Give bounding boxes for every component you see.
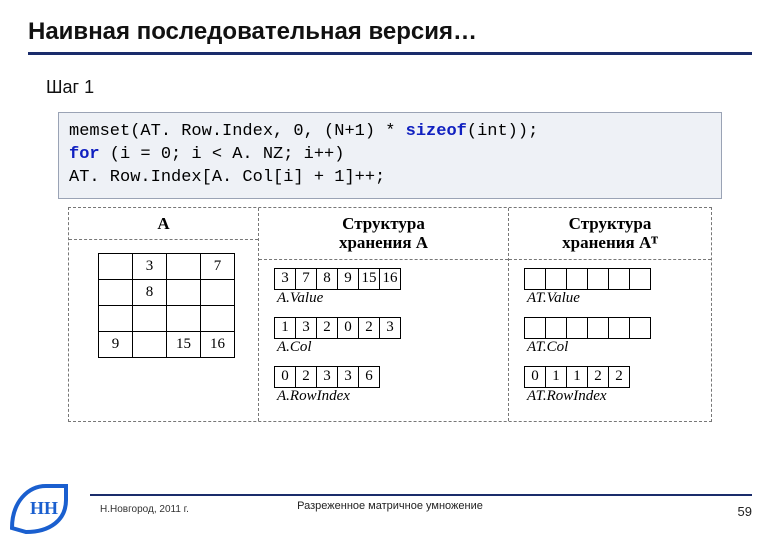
col-matrix-a: A 3 7 8 9 15 [69,208,259,421]
cell: 2 [587,366,609,388]
cell: 3 [337,366,359,388]
mcell: 9 [98,331,133,358]
mcell [166,279,201,306]
cell: 2 [316,317,338,339]
mcell: 7 [200,253,235,280]
head-a: A [69,208,258,241]
page-number: 59 [738,504,752,519]
cell: 3 [295,317,317,339]
footer: Н.Новгород, 2011 г. Разреженное матрично… [0,480,780,540]
head-struct-a: Структурахранения A [259,208,508,260]
mcell: 15 [166,331,201,358]
mcell: 3 [132,253,167,280]
mcell [200,279,235,306]
col-struct-at: Структурахранения Aᵀ AT.Value [509,208,711,421]
cell [524,317,546,339]
at-col-block: AT.Col [525,317,651,356]
mcell: 16 [200,331,235,358]
code-l2-kw: for [69,145,100,164]
cell [629,317,651,339]
a-col-label: A.Col [277,339,401,356]
cell: 7 [295,268,317,290]
cell [587,268,609,290]
diagram: A 3 7 8 9 15 [68,207,712,422]
cell [545,317,567,339]
at-col-label: AT.Col [527,339,651,356]
footer-rule [90,494,752,496]
matrix-a: 3 7 8 9 15 16 [99,254,235,358]
mcell [166,253,201,280]
step-label: Шаг 1 [46,77,752,98]
a-value-label: A.Value [277,290,401,307]
code-l2: (i = 0; i < A. NZ; i++) [100,145,345,164]
a-rowindex-label: A.RowIndex [277,388,380,405]
mcell [132,331,167,358]
mcell [166,305,201,332]
at-rowindex-label: AT.RowIndex [527,388,630,405]
head-struct-at: Структурахранения Aᵀ [509,208,711,260]
mcell: 8 [132,279,167,306]
mcell [200,305,235,332]
cell: 1 [274,317,296,339]
cell: 1 [545,366,567,388]
cell: 2 [358,317,380,339]
cell: 0 [274,366,296,388]
mcell [98,253,133,280]
cell: 6 [358,366,380,388]
a-rowindex-block: 0 2 3 3 6 A.RowIndex [275,366,380,405]
code-l1a: memset(AT. Row.Index, 0, (N+1) * [69,122,406,141]
at-value-label: AT.Value [527,290,651,307]
cell [587,317,609,339]
mcell [132,305,167,332]
cell [608,317,630,339]
cell: 3 [379,317,401,339]
cell: 2 [608,366,630,388]
cell: 0 [524,366,546,388]
mcell [98,279,133,306]
col-struct-a: Структурахранения A 3 7 8 9 15 16 A.Valu… [259,208,509,421]
cell: 15 [358,268,380,290]
mcell [98,305,133,332]
svg-text:HH: HH [30,498,58,518]
cell: 3 [274,268,296,290]
cell: 16 [379,268,401,290]
a-value-block: 3 7 8 9 15 16 A.Value [275,268,401,307]
cell: 0 [337,317,359,339]
code-l1-kw: sizeof [406,122,467,141]
footer-left: Н.Новгород, 2011 г. [100,504,189,515]
cell: 9 [337,268,359,290]
cell [629,268,651,290]
code-block: memset(AT. Row.Index, 0, (N+1) * sizeof(… [58,112,722,199]
at-rowindex-block: 0 1 1 2 2 AT.RowIndex [525,366,630,405]
cell: 8 [316,268,338,290]
cell [545,268,567,290]
cell: 2 [295,366,317,388]
cell [608,268,630,290]
title-rule [28,52,752,55]
cell [566,317,588,339]
cell [524,268,546,290]
code-l3: AT. Row.Index[A. Col[i] + 1]++; [69,167,711,190]
logo-icon: HH [6,480,72,536]
cell: 1 [566,366,588,388]
footer-center: Разреженное матричное умножение [297,500,483,512]
a-col-block: 1 3 2 0 2 3 A.Col [275,317,401,356]
at-value-block: AT.Value [525,268,651,307]
slide-title: Наивная последовательная версия… [28,18,752,46]
cell: 3 [316,366,338,388]
cell [566,268,588,290]
code-l1b: (int)); [467,122,538,141]
